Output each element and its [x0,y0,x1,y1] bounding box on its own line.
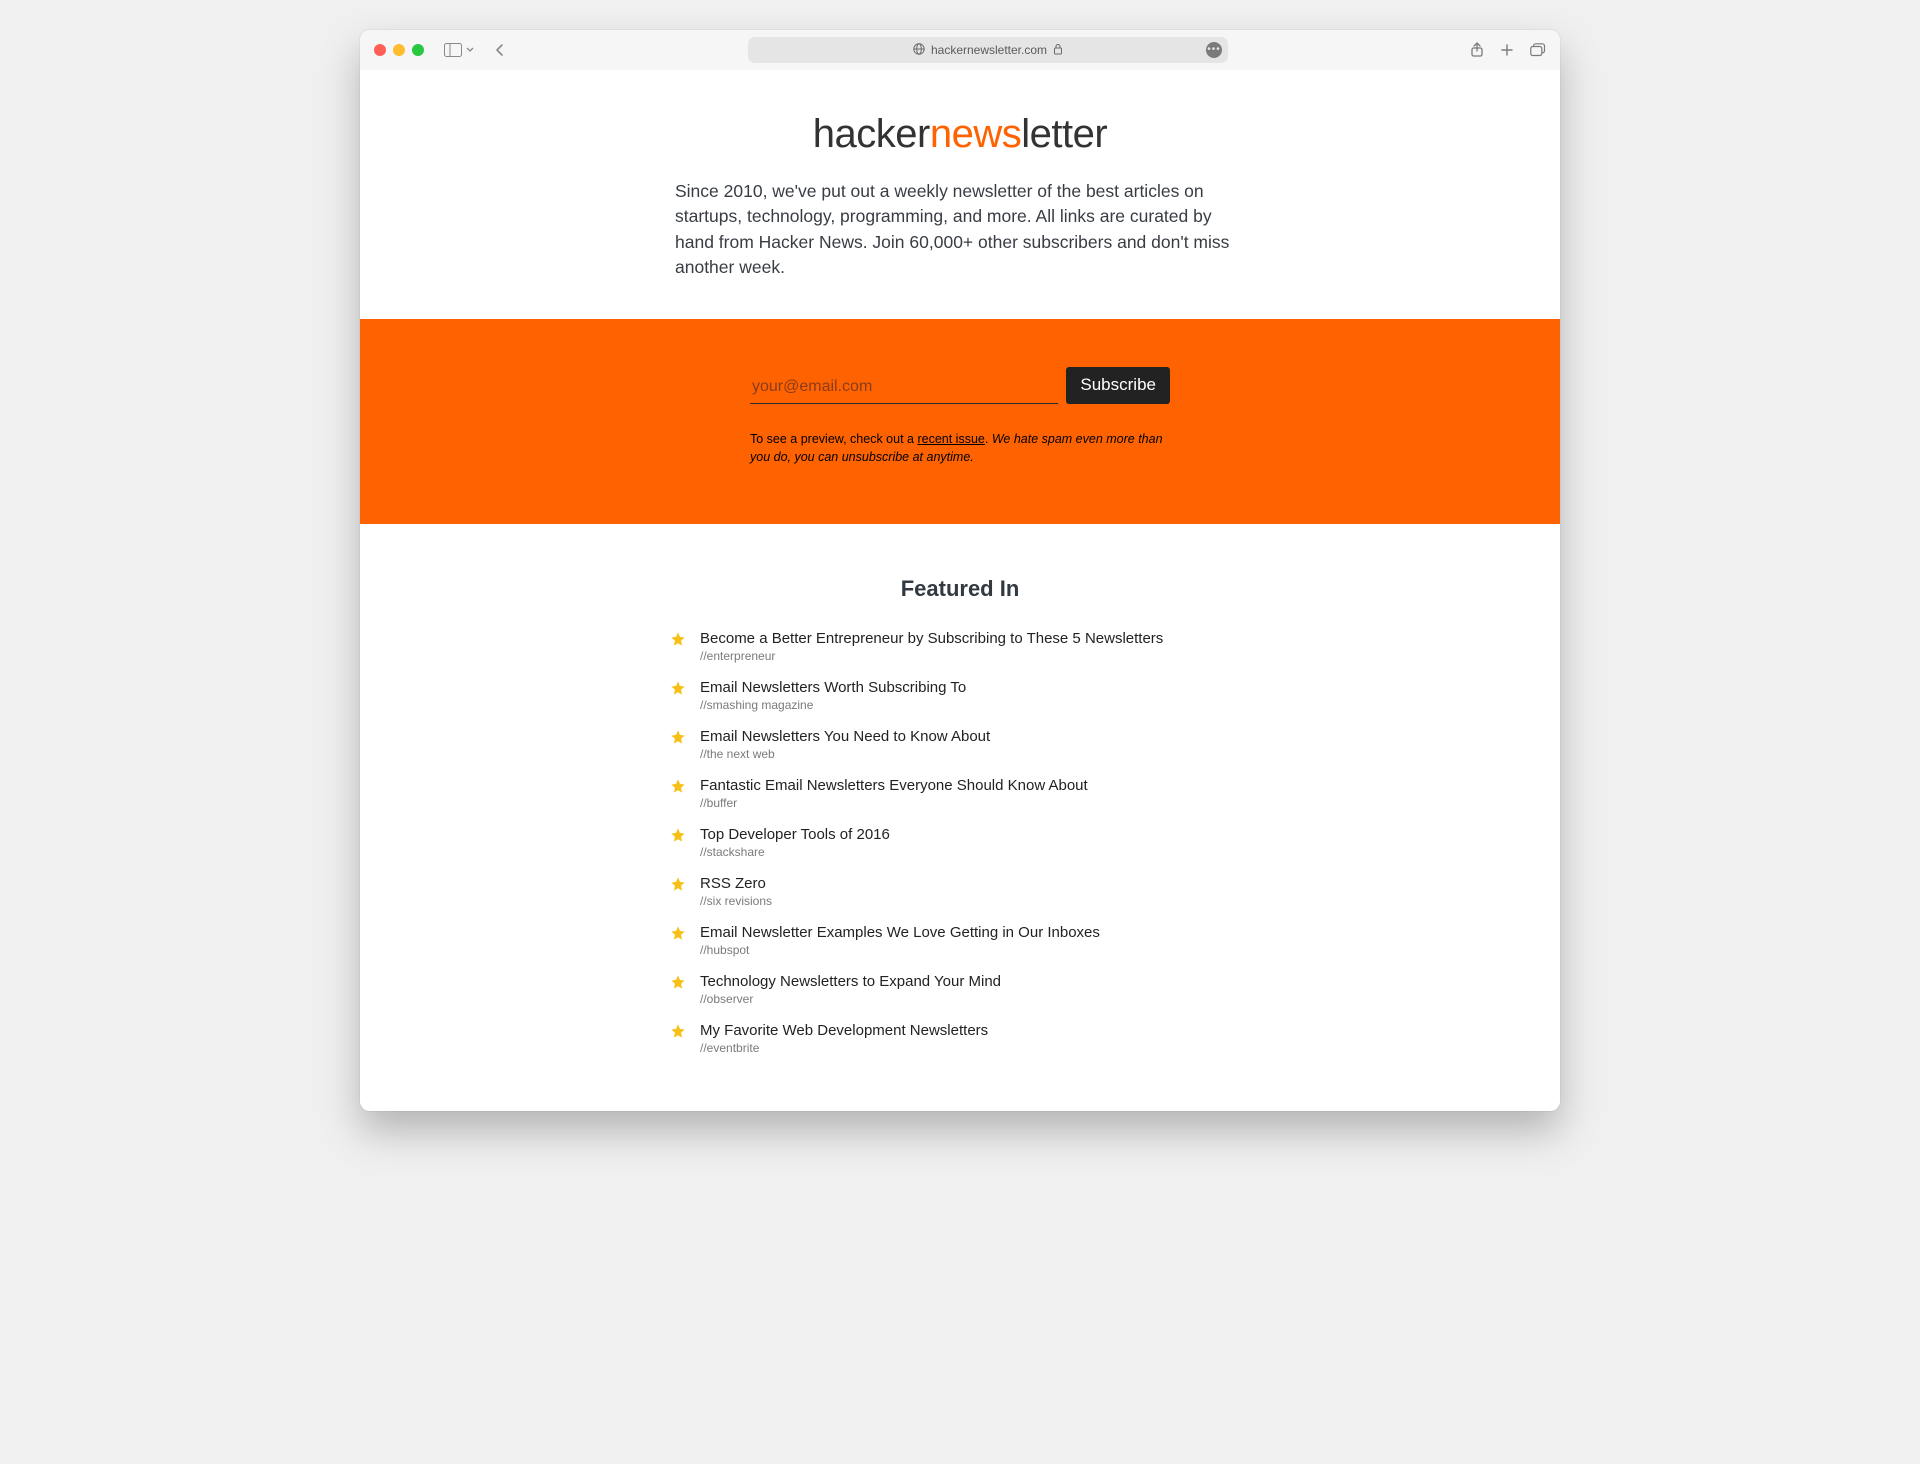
featured-item-source: //six revisions [700,894,772,908]
preview-prefix: To see a preview, check out a [750,432,917,446]
star-icon [670,1023,686,1044]
page-content: hackernewsletter Since 2010, we've put o… [360,70,1560,1111]
featured-section: Featured In Become a Better Entrepreneur… [360,524,1560,1111]
featured-item: Technology Newsletters to Expand Your Mi… [670,973,1250,1006]
address-bar-text: hackernewsletter.com [931,43,1047,57]
featured-item-source: //eventbrite [700,1041,988,1055]
star-icon [670,827,686,848]
subscribe-section: Subscribe To see a preview, check out a … [360,319,1560,524]
featured-item-source: //hubspot [700,943,1100,957]
window-controls [374,44,424,56]
featured-item: Email Newsletter Examples We Love Gettin… [670,924,1250,957]
featured-item: Become a Better Entrepreneur by Subscrib… [670,630,1250,663]
featured-item: Email Newsletters You Need to Know About… [670,728,1250,761]
browser-window: hackernewsletter.com ••• hackernewslette… [360,30,1560,1111]
featured-item-source: //the next web [700,747,990,761]
logo-part-2: news [930,112,1021,156]
star-icon [670,778,686,799]
featured-item: Fantastic Email Newsletters Everyone Sho… [670,777,1250,810]
featured-item-title[interactable]: Top Developer Tools of 2016 [700,826,890,843]
featured-item-source: //smashing magazine [700,698,966,712]
titlebar: hackernewsletter.com ••• [360,30,1560,70]
recent-issue-link[interactable]: recent issue [917,432,984,446]
featured-list: Become a Better Entrepreneur by Subscrib… [670,630,1250,1055]
featured-item-source: //buffer [700,796,1088,810]
address-bar[interactable]: hackernewsletter.com ••• [748,37,1228,63]
star-icon [670,680,686,701]
reader-menu[interactable]: ••• [1206,42,1222,58]
back-button[interactable] [494,43,506,57]
email-input[interactable] [750,374,1058,400]
logo-part-3: letter [1021,112,1107,156]
preview-suffix: . [985,432,992,446]
star-icon [670,876,686,897]
featured-item-title[interactable]: Email Newsletters Worth Subscribing To [700,679,966,696]
logo-part-1: hacker [813,112,930,156]
intro-text: Since 2010, we've put out a weekly newsl… [675,179,1245,281]
featured-item-source: //enterpreneur [700,649,1163,663]
lock-icon [1053,43,1063,58]
new-tab-button[interactable] [1500,43,1514,57]
close-window-button[interactable] [374,44,386,56]
minimize-window-button[interactable] [393,44,405,56]
chevron-down-icon [466,46,474,54]
featured-item-source: //stackshare [700,845,890,859]
star-icon [670,631,686,652]
subscribe-note: To see a preview, check out a recent iss… [750,430,1170,466]
featured-item-title[interactable]: Email Newsletter Examples We Love Gettin… [700,924,1100,941]
featured-item-title[interactable]: RSS Zero [700,875,772,892]
featured-item: Email Newsletters Worth Subscribing To //… [670,679,1250,712]
featured-item-title[interactable]: Email Newsletters You Need to Know About [700,728,990,745]
star-icon [670,925,686,946]
sidebar-toggle-button[interactable] [444,43,474,57]
featured-item-source: //observer [700,992,1001,1006]
featured-item: My Favorite Web Development Newsletters /… [670,1022,1250,1055]
featured-item: RSS Zero //six revisions [670,875,1250,908]
featured-item: Top Developer Tools of 2016 //stackshare [670,826,1250,859]
globe-icon [913,43,925,58]
site-logo: hackernewsletter [380,112,1540,157]
featured-item-title[interactable]: Fantastic Email Newsletters Everyone Sho… [700,777,1088,794]
featured-item-title[interactable]: Become a Better Entrepreneur by Subscrib… [700,630,1163,647]
featured-item-title[interactable]: My Favorite Web Development Newsletters [700,1022,988,1039]
share-button[interactable] [1470,42,1484,58]
featured-heading: Featured In [360,576,1560,602]
star-icon [670,974,686,995]
star-icon [670,729,686,750]
tabs-overview-button[interactable] [1530,43,1546,57]
subscribe-button[interactable]: Subscribe [1066,367,1170,404]
maximize-window-button[interactable] [412,44,424,56]
featured-item-title[interactable]: Technology Newsletters to Expand Your Mi… [700,973,1001,990]
